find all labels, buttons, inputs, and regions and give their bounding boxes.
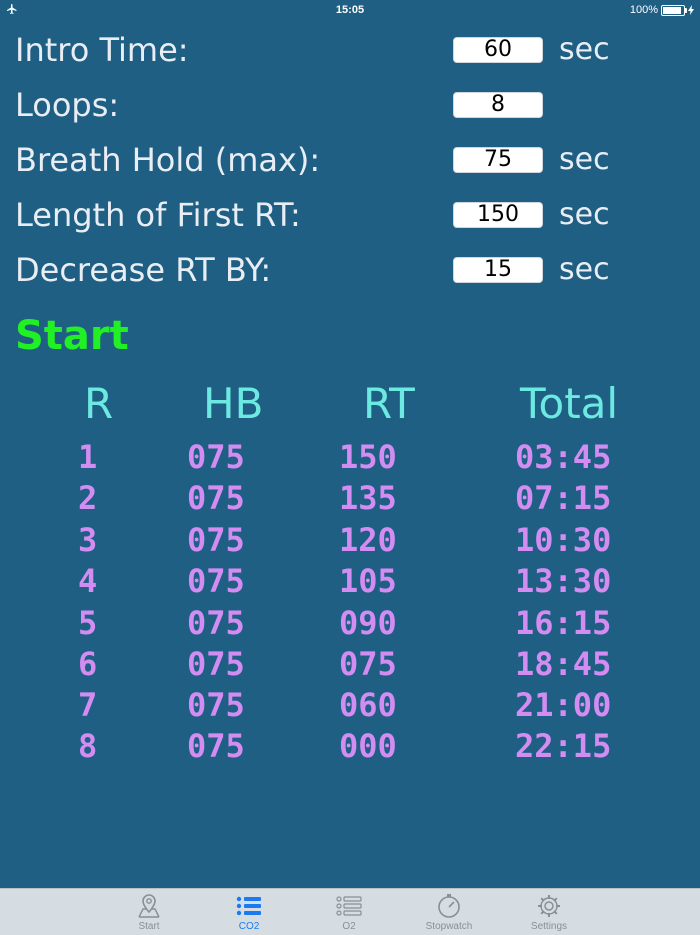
tab-start[interactable]: Start: [99, 889, 199, 935]
cell-hb: 075: [187, 438, 245, 476]
cell-total: 10:30: [515, 521, 612, 559]
cell-rt: 105: [339, 562, 397, 600]
setting-decrease-rt: Decrease RT BY: sec: [15, 250, 675, 290]
cell-round: 6: [78, 645, 98, 683]
setting-intro-time: Intro Time: sec: [15, 30, 675, 70]
tab-co2[interactable]: CO2: [199, 889, 299, 935]
charging-icon: [688, 5, 694, 15]
tab-o2[interactable]: O2: [299, 889, 399, 935]
start-button[interactable]: Start: [15, 312, 129, 360]
cell-total: 18:45: [515, 645, 612, 683]
cell-round: 1: [78, 438, 98, 476]
tab-bar: Start CO2 O2 Stopwatch Settings: [0, 888, 700, 935]
table-row: 8 075 000 22:15: [0, 726, 700, 767]
setting-unit: sec: [559, 197, 610, 232]
tab-label: O2: [342, 921, 356, 932]
gear-icon: [538, 895, 560, 917]
table-row: 2 075 135 07:15: [0, 478, 700, 519]
setting-label: Intro Time:: [15, 31, 189, 69]
cell-rt: 135: [339, 479, 397, 517]
setting-unit: sec: [559, 252, 610, 287]
table-row: 6 075 075 18:45: [0, 644, 700, 685]
tab-label: Start: [138, 921, 160, 932]
loops-field[interactable]: [453, 92, 543, 118]
cell-total: 16:15: [515, 604, 612, 642]
list-icon: [236, 896, 261, 916]
battery-icon: [661, 4, 687, 16]
tab-stopwatch[interactable]: Stopwatch: [399, 889, 499, 935]
tab-label: CO2: [238, 921, 260, 932]
decrease-rt-field[interactable]: [453, 257, 543, 283]
setting-label: Loops:: [15, 86, 120, 124]
tab-label: Stopwatch: [425, 921, 473, 932]
cell-round: 7: [78, 686, 98, 724]
table-row: 1 075 150 03:45: [0, 437, 700, 478]
cell-round: 5: [78, 604, 98, 642]
status-battery: 100%: [630, 4, 694, 16]
cell-total: 03:45: [515, 438, 612, 476]
setting-label: Length of First RT:: [15, 196, 301, 234]
column-header-total: Total: [520, 379, 619, 428]
setting-unit: sec: [559, 142, 610, 177]
setting-unit: sec: [559, 32, 610, 67]
cell-total: 07:15: [515, 479, 612, 517]
cell-round: 8: [78, 727, 98, 765]
cell-round: 4: [78, 562, 98, 600]
first-rt-field[interactable]: [453, 202, 543, 228]
table-row: 7 075 060 21:00: [0, 685, 700, 726]
map-pin-icon: [138, 894, 160, 918]
cell-hb: 075: [187, 521, 245, 559]
status-bar: 15:05 100%: [0, 0, 700, 20]
intro-time-field[interactable]: [453, 37, 543, 63]
column-header-r: R: [84, 379, 114, 428]
setting-label: Breath Hold (max):: [15, 141, 321, 179]
cell-hb: 075: [187, 562, 245, 600]
cell-rt: 075: [339, 645, 397, 683]
tab-settings[interactable]: Settings: [499, 889, 599, 935]
table-header: R HB RT Total: [0, 378, 700, 430]
cell-hb: 075: [187, 604, 245, 642]
tab-label: Settings: [530, 921, 568, 932]
cell-total: 21:00: [515, 686, 612, 724]
setting-label: Decrease RT BY:: [15, 251, 272, 289]
cell-rt: 150: [339, 438, 397, 476]
numbered-list-icon: [336, 896, 362, 916]
table-row: 5 075 090 16:15: [0, 603, 700, 644]
cell-total: 13:30: [515, 562, 612, 600]
setting-first-rt: Length of First RT: sec: [15, 195, 675, 235]
status-time: 15:05: [335, 4, 365, 16]
setting-loops: Loops:: [15, 85, 675, 125]
column-header-rt: RT: [363, 379, 415, 428]
cell-total: 22:15: [515, 727, 612, 765]
cell-round: 2: [78, 479, 98, 517]
cell-hb: 075: [187, 727, 245, 765]
setting-breath-hold: Breath Hold (max): sec: [15, 140, 675, 180]
cell-rt: 090: [339, 604, 397, 642]
cell-hb: 075: [187, 686, 245, 724]
stopwatch-icon: [438, 894, 460, 918]
table-row: 3 075 120 10:30: [0, 520, 700, 561]
breath-hold-field[interactable]: [453, 147, 543, 173]
cell-rt: 120: [339, 521, 397, 559]
cell-rt: 000: [339, 727, 397, 765]
cell-rt: 060: [339, 686, 397, 724]
battery-percent: 100%: [629, 4, 658, 16]
column-header-hb: HB: [203, 379, 264, 428]
cell-hb: 075: [187, 645, 245, 683]
table-row: 4 075 105 13:30: [0, 561, 700, 602]
cell-round: 3: [78, 521, 98, 559]
cell-hb: 075: [187, 479, 245, 517]
